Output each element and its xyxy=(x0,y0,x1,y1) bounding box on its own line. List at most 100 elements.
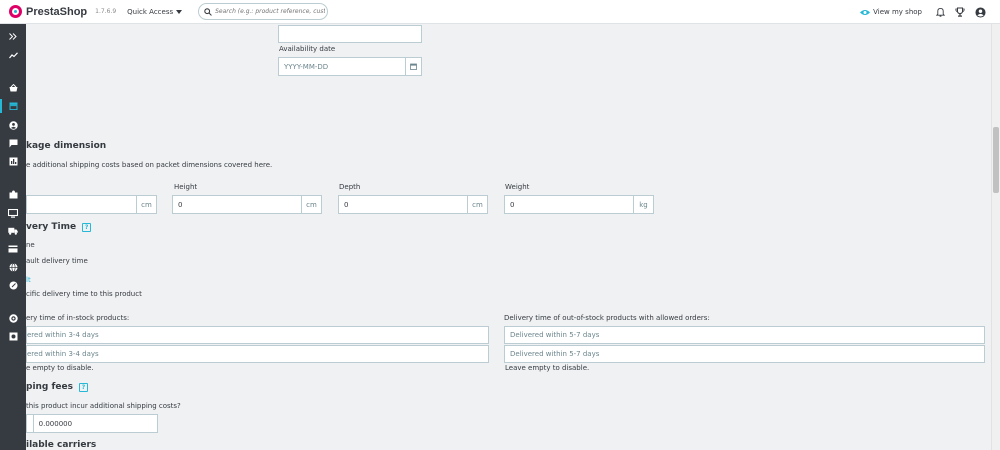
out-of-stock-delivery-label: Delivery time of out-of-stock products w… xyxy=(504,314,710,322)
out-of-stock-delivery-hint: Leave empty to disable. xyxy=(505,364,590,372)
in-stock-delivery-hint: e empty to disable. xyxy=(26,364,94,372)
out-of-stock-delivery-field-2[interactable] xyxy=(504,345,985,363)
stats-box-icon xyxy=(9,157,17,165)
sidebar-item-advanced[interactable] xyxy=(0,329,26,343)
sidebar-item-stats[interactable] xyxy=(0,154,26,168)
availability-date-label: Availability date xyxy=(279,45,336,53)
trophy-icon xyxy=(955,7,965,17)
out-of-stock-delivery-input-2[interactable] xyxy=(505,346,984,362)
weight-field[interactable]: kg xyxy=(504,195,654,214)
user-circle-icon xyxy=(8,120,18,130)
delivery-time-title: very Time xyxy=(26,222,77,232)
delivery-option-default-text: ault delivery time xyxy=(26,257,88,265)
view-my-shop-label: View my shop xyxy=(873,8,922,16)
currency-prefix xyxy=(27,415,34,432)
sidebar-item-orders[interactable] xyxy=(0,81,26,95)
search-icon xyxy=(204,7,212,16)
in-stock-delivery-field-1[interactable] xyxy=(26,326,489,344)
width-unit: cm xyxy=(136,196,156,213)
sidebar-item-customers[interactable] xyxy=(0,118,26,132)
sidebar-item-payment[interactable] xyxy=(0,242,26,256)
available-carriers-title: ilable carriers xyxy=(26,440,97,450)
trophy-button[interactable] xyxy=(952,7,968,17)
prestashop-logo[interactable]: PrestaShop xyxy=(9,5,87,18)
quick-access-dropdown[interactable]: Quick Access xyxy=(127,8,183,16)
truck-icon xyxy=(8,227,18,235)
package-dimension-help: e additional shipping costs based on pac… xyxy=(26,161,273,169)
shipping-fees-heading: ping fees ? xyxy=(26,382,88,392)
height-field[interactable]: cm xyxy=(172,195,322,214)
package-dimension-title: kage dimension xyxy=(26,141,107,151)
weight-input[interactable] xyxy=(505,196,633,213)
notifications-button[interactable] xyxy=(932,7,948,17)
sidebar-item-catalog[interactable] xyxy=(0,99,26,113)
monitor-icon xyxy=(8,208,18,218)
brand-name: PrestaShop xyxy=(26,5,88,18)
width-input[interactable] xyxy=(27,196,136,213)
sidebar-item-shipping[interactable] xyxy=(0,224,26,238)
store-icon xyxy=(9,102,17,110)
in-stock-delivery-input-1[interactable] xyxy=(27,327,488,343)
depth-label: Depth xyxy=(339,183,361,191)
weight-label: Weight xyxy=(505,183,530,191)
availability-date-input[interactable] xyxy=(279,58,405,75)
weight-unit: kg xyxy=(633,196,653,213)
calendar-button[interactable] xyxy=(404,58,421,75)
left-sidebar xyxy=(0,24,26,450)
sidebar-item-international[interactable] xyxy=(0,260,26,274)
search-input[interactable] xyxy=(215,8,326,15)
availability-date-field[interactable] xyxy=(278,57,422,76)
eye-icon xyxy=(860,9,871,15)
height-input[interactable] xyxy=(173,196,301,213)
out-of-stock-delivery-field-1[interactable] xyxy=(504,326,985,344)
sidebar-item-marketing[interactable] xyxy=(0,278,26,292)
sidebar-item-settings[interactable] xyxy=(0,311,26,325)
delivery-option-custom-label[interactable]: lt xyxy=(26,276,31,284)
account-circle-icon xyxy=(974,6,986,18)
calendar-icon xyxy=(410,63,417,70)
in-stock-delivery-label: ery time of in-stock products: xyxy=(26,314,130,322)
available-carriers-heading: ilable carriers xyxy=(26,440,96,450)
stock-input[interactable] xyxy=(279,26,421,42)
double-chevron-right-icon xyxy=(9,32,17,40)
out-of-stock-delivery-input-1[interactable] xyxy=(505,327,984,343)
gear-icon xyxy=(8,313,18,323)
shipping-fees-title: ping fees xyxy=(26,382,73,392)
sidebar-item-dashboard[interactable] xyxy=(0,48,26,62)
basket-icon xyxy=(9,84,17,92)
view-my-shop-link[interactable]: View my shop xyxy=(860,8,922,16)
delivery-time-heading: very Time ? xyxy=(26,222,92,232)
width-field[interactable]: cm xyxy=(26,195,157,214)
credit-card-icon xyxy=(8,245,18,253)
caret-down-icon xyxy=(176,9,183,14)
sidebar-item-design[interactable] xyxy=(0,206,26,220)
depth-field[interactable]: cm xyxy=(338,195,488,214)
depth-unit: cm xyxy=(467,196,487,213)
sidebar-item-messages[interactable] xyxy=(0,136,26,150)
shipping-fee-field[interactable] xyxy=(26,414,158,433)
depth-input[interactable] xyxy=(339,196,467,213)
top-header: PrestaShop 1.7.6.9 Quick Access View my … xyxy=(0,0,1000,24)
version-label: 1.7.6.9 xyxy=(95,8,117,15)
package-dimension-heading: kage dimension xyxy=(26,141,106,151)
page-scrollbar[interactable] xyxy=(991,24,1000,450)
bell-icon xyxy=(935,7,945,17)
delivery-option-none-label[interactable]: ne xyxy=(26,241,35,249)
shipping-fee-input[interactable] xyxy=(33,415,157,432)
in-stock-delivery-field-2[interactable] xyxy=(26,345,489,363)
delivery-option-custom-text: cific delivery time to this product xyxy=(26,290,142,298)
height-label: Height xyxy=(174,183,198,191)
globe-icon xyxy=(9,262,17,272)
in-stock-delivery-input-2[interactable] xyxy=(27,346,488,362)
search-box[interactable] xyxy=(198,3,329,20)
sidebar-collapse-toggle[interactable] xyxy=(0,29,26,43)
scrollbar-thumb[interactable] xyxy=(993,127,999,193)
rocket-icon xyxy=(9,281,17,289)
sidebar-item-modules[interactable] xyxy=(0,187,26,201)
shipping-fees-question: this product incur additional shipping c… xyxy=(26,402,181,410)
help-icon[interactable]: ? xyxy=(82,222,92,232)
account-button[interactable] xyxy=(972,6,988,18)
help-icon[interactable]: ? xyxy=(79,382,88,392)
stock-input-field[interactable] xyxy=(278,25,422,43)
puzzle-icon xyxy=(9,190,17,198)
